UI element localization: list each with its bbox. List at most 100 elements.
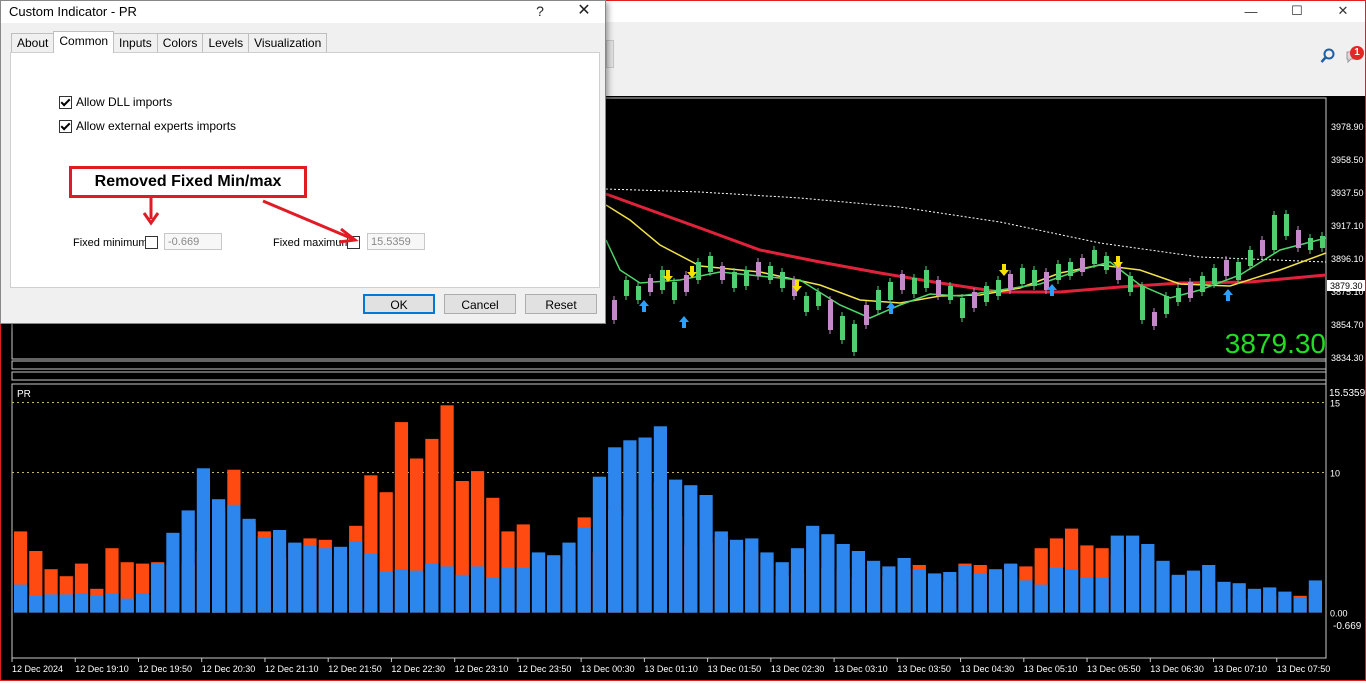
- candle-body: [1236, 262, 1241, 280]
- histogram-bar: [471, 566, 485, 613]
- histogram-bar: [74, 593, 89, 613]
- histogram-bar: [988, 569, 1003, 613]
- reset-button[interactable]: Reset: [525, 294, 597, 314]
- time-axis-label: 12 Dec 22:30: [391, 664, 445, 674]
- time-axis-label: 13 Dec 03:50: [897, 664, 951, 674]
- histogram-bar: [547, 555, 561, 613]
- tab-about[interactable]: About: [11, 33, 55, 53]
- histogram-bar: [684, 485, 698, 613]
- notification-badge: 1: [1350, 46, 1364, 60]
- histogram-bar: [59, 594, 73, 613]
- ok-button[interactable]: OK: [363, 294, 435, 314]
- histogram-bar: [273, 530, 287, 613]
- histogram-bar: [486, 577, 500, 613]
- candle-body: [900, 274, 905, 290]
- histogram-bar: [135, 593, 150, 613]
- price-axis-label: 3958.50: [1331, 155, 1364, 165]
- time-axis-label: 13 Dec 07:50: [1277, 664, 1331, 674]
- window-close-button[interactable]: ✕: [1320, 0, 1366, 22]
- indicator-name: PR: [17, 389, 31, 400]
- histogram-bar: [349, 541, 363, 613]
- candle-body: [1296, 230, 1301, 248]
- time-axis-label: 13 Dec 07:10: [1214, 664, 1268, 674]
- dialog-titlebar[interactable]: Custom Indicator - PR ? ✕: [1, 1, 605, 23]
- histogram-bar: [775, 562, 789, 613]
- candle-body: [852, 324, 857, 352]
- candle-body: [1140, 286, 1145, 320]
- allow-dll-label: Allow DLL imports: [76, 95, 173, 109]
- annotation-callout: Removed Fixed Min/max: [69, 166, 307, 198]
- time-axis-label: 12 Dec 23:10: [455, 664, 509, 674]
- candle-body: [996, 280, 1001, 296]
- tab-common[interactable]: Common: [53, 31, 115, 53]
- time-axis-label: 13 Dec 05:50: [1087, 664, 1141, 674]
- histogram-bar: [1278, 591, 1292, 613]
- histogram-bar: [44, 594, 58, 613]
- histogram-bar: [303, 545, 317, 613]
- histogram-bar: [882, 566, 896, 613]
- search-icon[interactable]: [1320, 48, 1336, 64]
- histogram-bar: [1156, 560, 1170, 613]
- histogram-bar: [531, 552, 546, 613]
- histogram-bar: [333, 546, 348, 613]
- histogram-bar: [425, 563, 439, 613]
- tab-colors[interactable]: Colors: [156, 33, 204, 53]
- maximize-button[interactable]: ☐: [1274, 0, 1320, 22]
- time-axis-label: 12 Dec 20:30: [202, 664, 256, 674]
- histogram-bar: [394, 569, 408, 613]
- dialog-tabs: About Common Inputs Colors Levels Visual…: [11, 31, 328, 53]
- help-button[interactable]: ?: [529, 1, 551, 21]
- histogram-bar: [638, 437, 652, 613]
- candle-body: [1128, 276, 1133, 292]
- histogram-bar: [1293, 597, 1307, 613]
- histogram-bar: [105, 593, 119, 613]
- notifications-button[interactable]: 1: [1346, 46, 1364, 64]
- histogram-bar: [1263, 587, 1277, 613]
- fixed-minimum-label: Fixed minimum: [73, 237, 148, 249]
- candle-body: [816, 292, 821, 306]
- time-axis-label: 13 Dec 06:30: [1150, 664, 1204, 674]
- histogram-bar: [1110, 535, 1124, 613]
- tab-levels[interactable]: Levels: [202, 33, 250, 53]
- candle-body: [684, 275, 689, 292]
- fixed-maximum-checkbox[interactable]: [347, 236, 360, 249]
- histogram-bar: [410, 570, 424, 613]
- histogram-bar: [867, 560, 881, 613]
- histogram-bar: [257, 537, 271, 613]
- time-axis-label: 12 Dec 19:50: [138, 664, 192, 674]
- candle-body: [1056, 264, 1061, 280]
- candle-body: [612, 300, 617, 320]
- histogram-bar: [821, 534, 835, 613]
- candle-body: [1308, 238, 1313, 250]
- tab-inputs[interactable]: Inputs: [113, 33, 158, 53]
- toolbar-grip[interactable]: [606, 40, 614, 68]
- time-axis-label: 13 Dec 03:10: [834, 664, 888, 674]
- candle-body: [1044, 272, 1049, 290]
- fixed-minimum-checkbox[interactable]: [145, 236, 158, 249]
- price-axis-label: 3917.10: [1331, 221, 1364, 231]
- dialog-close-button[interactable]: ✕: [567, 1, 601, 21]
- candle-body: [1164, 296, 1169, 314]
- allow-dll-checkbox[interactable]: [59, 95, 72, 109]
- histogram-bar: [90, 595, 104, 613]
- fixed-minimum-input[interactable]: -0.669: [164, 233, 222, 250]
- histogram-bar: [973, 573, 987, 613]
- indicator-axis-label: 0.00: [1330, 609, 1348, 619]
- candle-body: [960, 298, 965, 318]
- histogram-bar: [912, 569, 926, 613]
- indicator-axis-label: 15: [1330, 399, 1340, 409]
- histogram-bar: [1049, 567, 1063, 613]
- allow-experts-checkbox[interactable]: [59, 119, 72, 133]
- histogram-bar: [166, 532, 180, 613]
- candle-body: [1032, 270, 1037, 286]
- fixed-maximum-input[interactable]: 15.5359: [367, 233, 425, 250]
- histogram-bar: [14, 584, 28, 613]
- dialog-title: Custom Indicator - PR: [9, 4, 137, 19]
- minimize-button[interactable]: —: [1228, 0, 1274, 22]
- histogram-bar: [928, 573, 942, 613]
- histogram-bar: [562, 542, 576, 613]
- cancel-button[interactable]: Cancel: [444, 294, 516, 314]
- histogram-bar: [745, 538, 759, 613]
- histogram-bar: [1232, 583, 1246, 613]
- tab-visualization[interactable]: Visualization: [248, 33, 328, 53]
